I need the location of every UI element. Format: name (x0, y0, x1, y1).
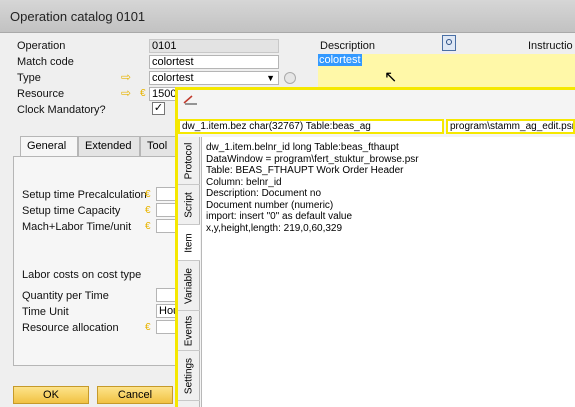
setup-precalc-info-icon: € (145, 189, 151, 200)
window-titlebar: Operation catalog 0101 (0, 0, 575, 33)
time-unit-dropdown[interactable]: Hou (156, 304, 176, 318)
info-line: x,y,height,length: 219,0,60,329 (206, 222, 343, 234)
item-info-content: dw_1.item.belnr_id long Table:beas_fthau… (201, 137, 575, 407)
psr-path-box[interactable]: program\stamm_ag_edit.psr (446, 119, 575, 134)
description-label: Description (320, 40, 376, 52)
zoom-document-icon[interactable] (442, 35, 456, 51)
resource-link-arrow-icon[interactable]: ⇨ (121, 87, 131, 99)
resource-alloc-info-icon: € (145, 322, 151, 333)
resource-alloc-field[interactable] (156, 320, 176, 334)
more-options-icon[interactable] (284, 72, 296, 84)
type-label: Type (17, 72, 41, 84)
vtab-item[interactable]: Item (178, 225, 200, 261)
cancel-button[interactable]: Cancel (97, 386, 173, 404)
description-field[interactable]: colortest (318, 54, 575, 90)
mach-labor-field[interactable] (156, 219, 176, 233)
info-line: Column: belnr_id (206, 176, 282, 188)
match-code-label: Match code (17, 56, 74, 68)
operation-label: Operation (17, 40, 66, 52)
resource-label: Resource (17, 88, 65, 100)
chevron-down-icon: ▼ (266, 73, 275, 83)
pencil-icon[interactable] (183, 93, 199, 105)
time-unit-label: Time Unit (22, 306, 69, 318)
vtab-variable[interactable]: Variable (178, 261, 200, 311)
setup-precalc-field[interactable] (156, 187, 176, 201)
tab-general[interactable]: General (20, 136, 78, 157)
ok-button[interactable]: OK (13, 386, 89, 404)
info-line: Description: Document no (206, 188, 322, 199)
mach-labor-label: Mach+Labor Time/unit (22, 221, 132, 233)
vtab-settings[interactable]: Settings (178, 351, 200, 401)
window-title: Operation catalog 0101 (10, 9, 146, 24)
resource-alloc-label: Resource allocation (22, 322, 119, 334)
labor-costs-label: Labor costs on cost type (22, 269, 142, 281)
setup-capacity-info-icon: € (145, 205, 151, 216)
qty-per-time-field[interactable] (156, 288, 176, 302)
clock-mandatory-checkbox[interactable]: ✓ (152, 102, 165, 115)
info-line: import: insert "0" as default value (206, 211, 353, 222)
field-info-box[interactable]: dw_1.item.bez char(32767) Table:beas_ag (178, 119, 444, 134)
resource-info-icon: € (140, 88, 146, 99)
resource-field[interactable]: 1500 (149, 87, 177, 101)
match-code-field[interactable]: colortest (149, 55, 279, 69)
type-dropdown[interactable]: colortest ▼ (149, 71, 279, 85)
vtab-script[interactable]: Script (178, 185, 200, 225)
vtab-events[interactable]: Events (178, 311, 200, 351)
type-link-arrow-icon[interactable]: ⇨ (121, 71, 131, 83)
qty-per-time-label: Quantity per Time (22, 290, 109, 302)
info-line: Document number (numeric) (206, 199, 334, 211)
vtab-protocol[interactable]: Protocol (178, 137, 200, 185)
operation-field[interactable]: 0101 (149, 39, 279, 53)
description-selected-text: colortest (318, 54, 362, 66)
tab-extended[interactable]: Extended (78, 136, 140, 156)
clock-mandatory-label: Clock Mandatory? (17, 104, 106, 116)
vertical-tabs: Protocol Script Item Variable Events Set… (178, 137, 200, 407)
mach-labor-info-icon: € (145, 221, 151, 232)
setup-precalc-label: Setup time Precalculation (22, 189, 147, 201)
instructions-label: Instructio (528, 40, 573, 52)
tab-tool[interactable]: Tool (140, 136, 180, 156)
info-line: dw_1.item.belnr_id long Table:beas_fthau… (206, 142, 399, 153)
info-line: DataWindow = program\fert_stuktur_browse… (206, 153, 419, 165)
type-dropdown-value: colortest (152, 72, 194, 84)
mouse-cursor-icon: ↖ (384, 69, 398, 86)
setup-capacity-field[interactable] (156, 203, 176, 217)
setup-capacity-label: Setup time Capacity (22, 205, 121, 217)
info-line: Table: BEAS_FTHAUPT Work Order Header (206, 165, 404, 176)
